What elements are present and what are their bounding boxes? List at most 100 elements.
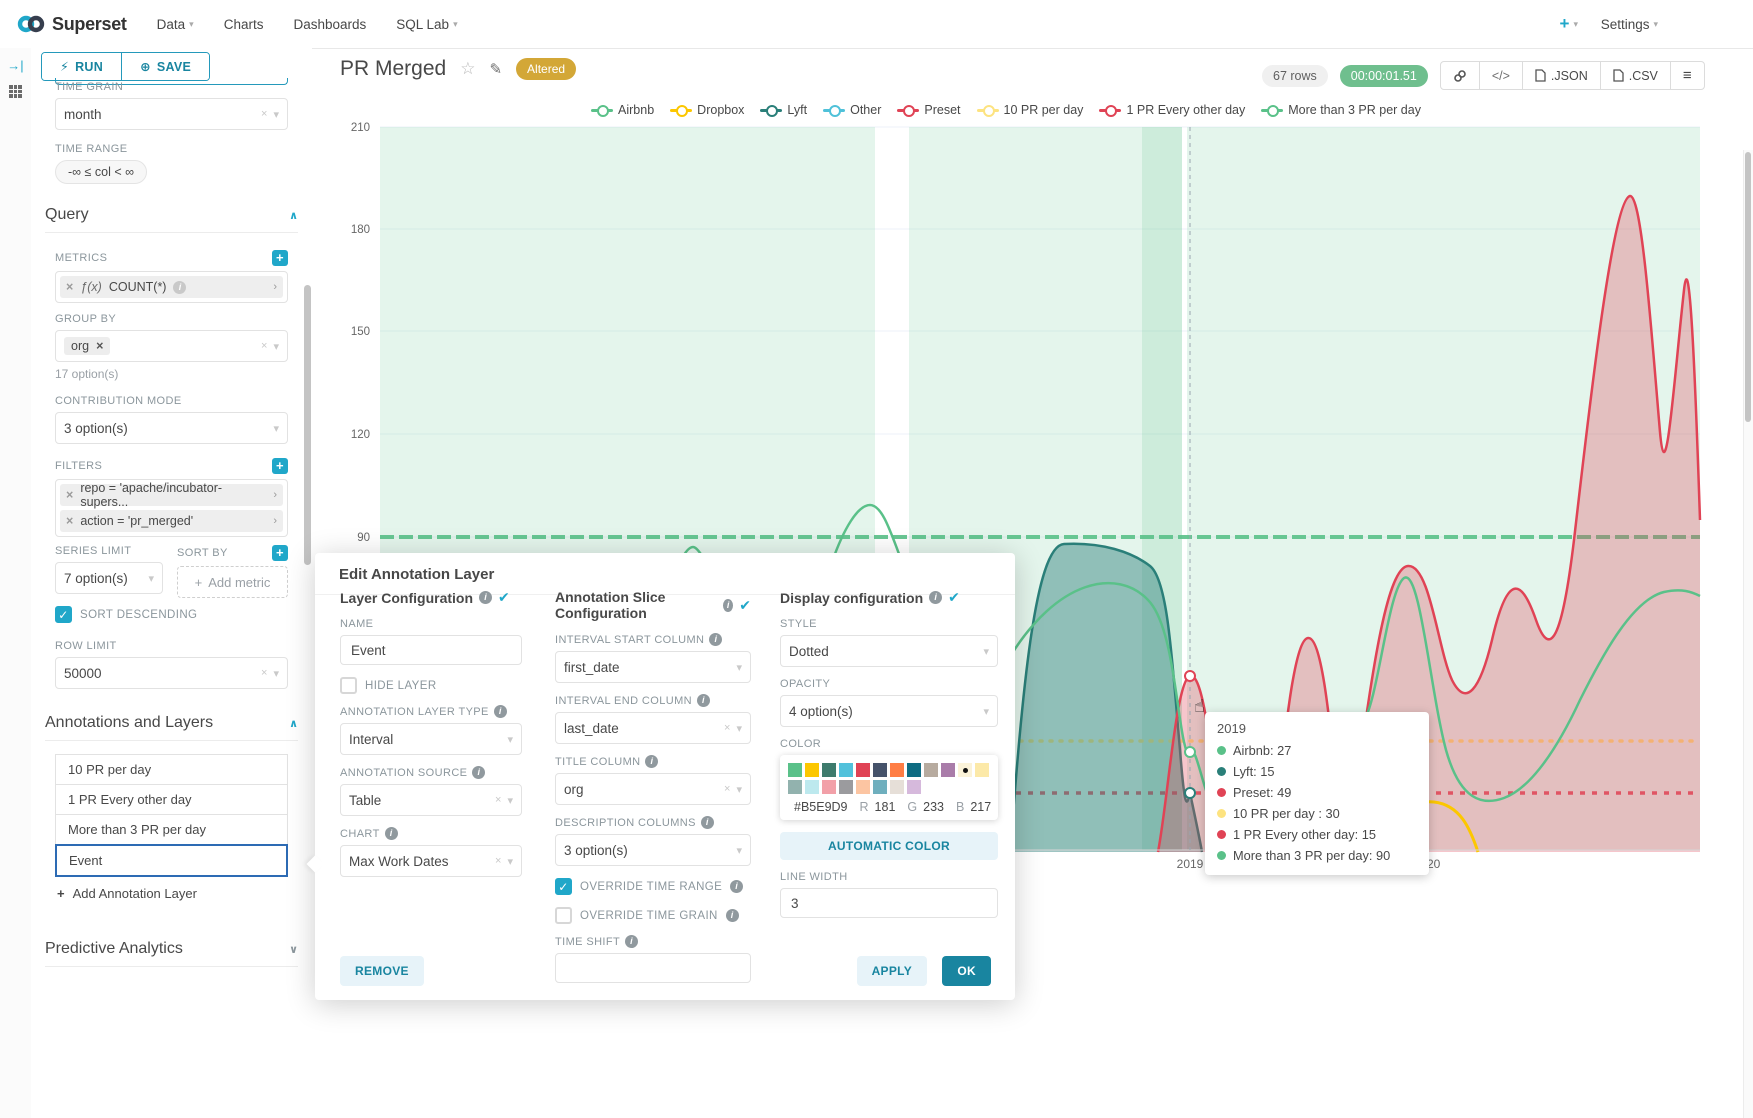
- favorite-star-icon[interactable]: ☆: [460, 59, 475, 79]
- checkbox-checked-icon[interactable]: ✓: [55, 606, 72, 623]
- annotation-layer-item[interactable]: More than 3 PR per day: [55, 814, 288, 845]
- add-sort-metric-button[interactable]: +: [272, 545, 288, 561]
- color-swatch[interactable]: [907, 780, 921, 794]
- checkbox-unchecked-icon[interactable]: [555, 907, 572, 924]
- chart-menu-button[interactable]: ≡: [1670, 62, 1704, 89]
- color-swatch[interactable]: [805, 780, 819, 794]
- add-annotation-layer-button[interactable]: +Add Annotation Layer: [55, 877, 288, 910]
- superset-logo[interactable]: Superset: [16, 13, 127, 35]
- hide-layer-checkbox-row[interactable]: HIDE LAYER: [340, 677, 522, 694]
- checkbox-checked-icon[interactable]: ✓: [555, 878, 572, 895]
- interval-start-select[interactable]: first_date▾: [555, 651, 751, 683]
- info-icon[interactable]: i: [701, 816, 714, 829]
- info-icon[interactable]: i: [697, 694, 710, 707]
- chevron-up-icon[interactable]: ∧: [289, 209, 298, 222]
- settings-menu[interactable]: Settings▾: [1601, 17, 1658, 32]
- style-select[interactable]: Dotted▾: [780, 635, 998, 667]
- title-column-select[interactable]: org×▾: [555, 773, 751, 805]
- sidebar-scrollbar[interactable]: [304, 285, 311, 565]
- color-swatch[interactable]: [873, 763, 887, 777]
- metric-pill[interactable]: × ƒ(x) COUNT(*) i ›: [60, 276, 283, 298]
- automatic-color-button[interactable]: AUTOMATIC COLOR: [780, 832, 998, 860]
- color-swatch[interactable]: [890, 763, 904, 777]
- clear-icon[interactable]: ×: [261, 667, 267, 679]
- info-icon[interactable]: i: [645, 755, 658, 768]
- filter-pill[interactable]: × repo = 'apache/incubator-supers... ›: [60, 484, 283, 506]
- chevron-down-icon[interactable]: ∨: [289, 943, 298, 956]
- group-by-select[interactable]: org× ×▾: [55, 330, 288, 362]
- remove-icon[interactable]: ×: [66, 488, 73, 502]
- color-swatch[interactable]: [805, 763, 819, 777]
- remove-icon[interactable]: ×: [66, 514, 73, 528]
- export-json-button[interactable]: .JSON: [1522, 62, 1600, 89]
- sort-by-add-metric[interactable]: +Add metric: [177, 566, 288, 598]
- annotation-source-select[interactable]: Table×▾: [340, 784, 522, 816]
- color-swatch[interactable]: [924, 763, 938, 777]
- sort-descending-row[interactable]: ✓ SORT DESCENDING: [55, 606, 288, 623]
- info-icon[interactable]: i: [494, 705, 507, 718]
- edit-pencil-icon[interactable]: ✎: [489, 60, 502, 78]
- remove-icon[interactable]: ×: [96, 339, 103, 353]
- color-swatch[interactable]: [907, 763, 921, 777]
- annotation-layer-item[interactable]: 10 PR per day: [55, 754, 288, 785]
- clear-icon[interactable]: ×: [724, 783, 730, 795]
- line-width-input[interactable]: [780, 888, 998, 918]
- group-by-tag[interactable]: org×: [64, 337, 110, 355]
- info-icon[interactable]: i: [479, 591, 492, 604]
- name-input[interactable]: [340, 635, 522, 665]
- embed-code-button[interactable]: </>: [1479, 62, 1522, 89]
- expand-chevron-icon[interactable]: ›: [273, 489, 277, 501]
- expand-chevron-icon[interactable]: ›: [273, 281, 277, 293]
- contribution-mode-select[interactable]: 3 option(s) ▾: [55, 412, 288, 444]
- nav-sql-lab[interactable]: SQL Lab▾: [396, 17, 457, 32]
- page-scrollbar-thumb[interactable]: [1745, 152, 1751, 422]
- apply-button[interactable]: APPLY: [857, 956, 927, 986]
- nav-charts[interactable]: Charts: [224, 17, 264, 32]
- time-grain-select[interactable]: month ×▾: [55, 98, 288, 130]
- chart-select[interactable]: Max Work Dates×▾: [340, 845, 522, 877]
- clear-icon[interactable]: ×: [724, 722, 730, 734]
- color-swatch[interactable]: [941, 763, 955, 777]
- clear-icon[interactable]: ×: [261, 108, 267, 120]
- series-limit-select[interactable]: 7 option(s) ▾: [55, 562, 163, 594]
- color-swatch[interactable]: [890, 780, 904, 794]
- checkbox-unchecked-icon[interactable]: [340, 677, 357, 694]
- color-swatch[interactable]: [856, 780, 870, 794]
- override-time-grain-checkbox-row[interactable]: OVERRIDE TIME GRAINi: [555, 907, 751, 924]
- color-swatch[interactable]: [873, 780, 887, 794]
- info-icon[interactable]: i: [929, 591, 942, 604]
- export-csv-button[interactable]: .CSV: [1600, 62, 1670, 89]
- info-icon[interactable]: i: [723, 599, 733, 612]
- info-icon[interactable]: i: [472, 766, 485, 779]
- save-button[interactable]: ⊕SAVE: [121, 53, 209, 80]
- nav-data[interactable]: Data▾: [157, 17, 194, 32]
- info-icon[interactable]: i: [625, 935, 638, 948]
- run-button[interactable]: ⚡RUN: [42, 53, 121, 80]
- info-icon[interactable]: i: [709, 633, 722, 646]
- color-swatch[interactable]: [788, 763, 802, 777]
- override-time-range-checkbox-row[interactable]: ✓OVERRIDE TIME RANGEi: [555, 878, 751, 895]
- r-value[interactable]: 181: [875, 800, 896, 814]
- info-icon[interactable]: i: [385, 827, 398, 840]
- color-swatch[interactable]: [975, 763, 989, 777]
- annotation-layer-item-selected[interactable]: Event: [55, 844, 288, 877]
- b-value[interactable]: 217: [970, 800, 991, 814]
- remove-icon[interactable]: ×: [66, 280, 73, 294]
- filter-pill[interactable]: × action = 'pr_merged' ›: [60, 510, 283, 532]
- interval-end-select[interactable]: last_date×▾: [555, 712, 751, 744]
- row-limit-select[interactable]: 50000 ×▾: [55, 657, 288, 689]
- remove-button[interactable]: REMOVE: [340, 956, 424, 986]
- description-columns-select[interactable]: 3 option(s)▾: [555, 834, 751, 866]
- clear-icon[interactable]: ×: [495, 794, 501, 806]
- new-item-button[interactable]: +▾: [1560, 14, 1578, 34]
- info-icon[interactable]: i: [726, 909, 739, 922]
- color-swatch-selected[interactable]: [958, 763, 972, 777]
- opacity-select[interactable]: 4 option(s)▾: [780, 695, 998, 727]
- nav-dashboards[interactable]: Dashboards: [293, 17, 366, 32]
- hex-value[interactable]: #B5E9D9: [794, 800, 848, 814]
- color-swatch[interactable]: [856, 763, 870, 777]
- add-filter-button[interactable]: +: [272, 458, 288, 474]
- color-swatch[interactable]: [788, 780, 802, 794]
- annotation-layer-item[interactable]: 1 PR Every other day: [55, 784, 288, 815]
- altered-badge[interactable]: Altered: [516, 58, 576, 80]
